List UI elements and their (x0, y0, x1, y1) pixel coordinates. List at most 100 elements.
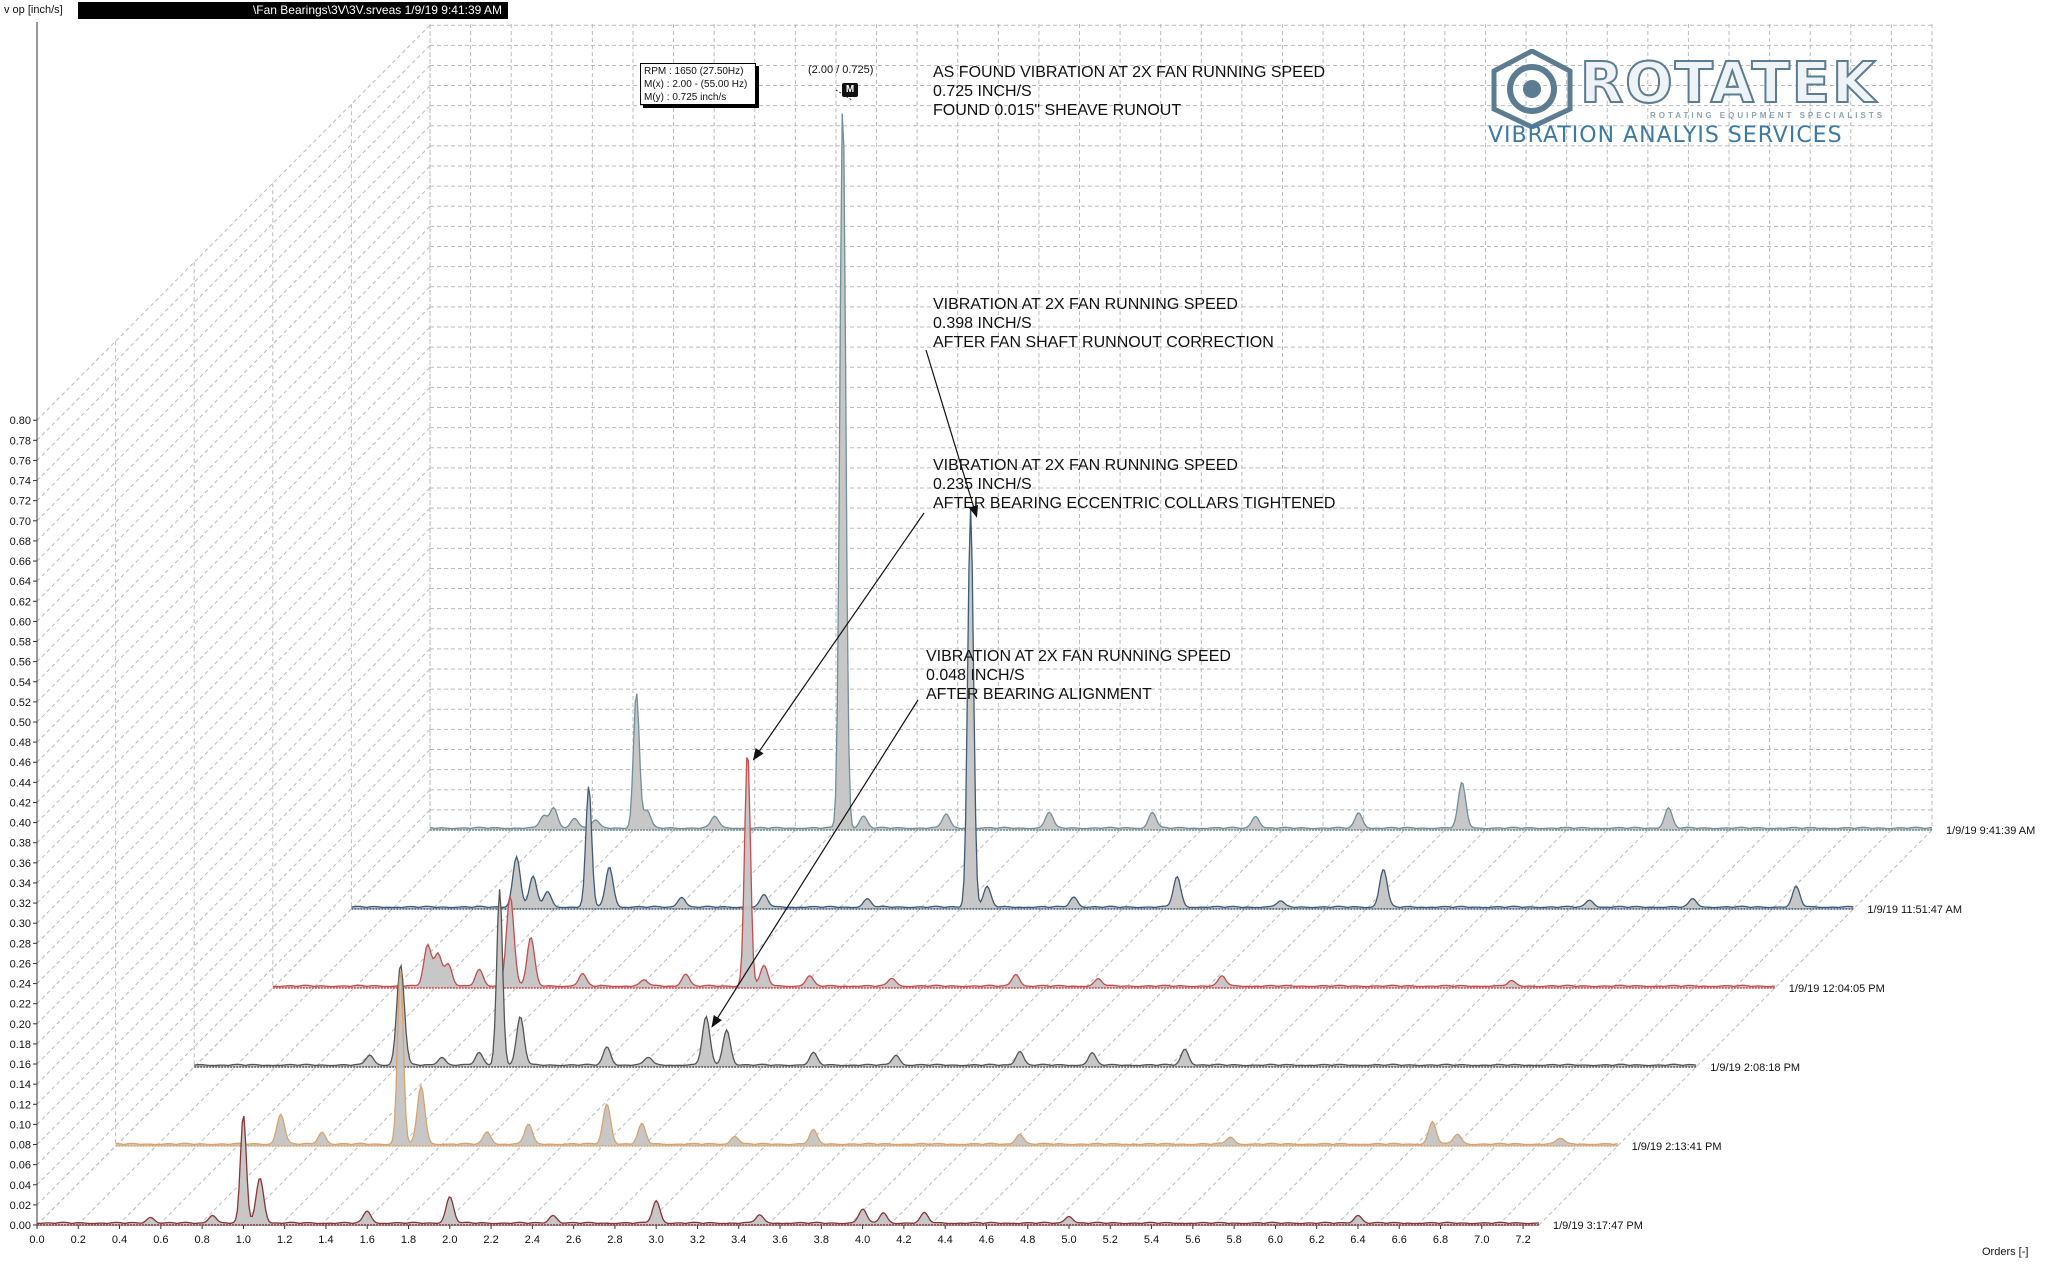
y-tick-label: 0.18 (10, 1039, 31, 1051)
x-axis-unit-label: Orders [-] (1982, 1246, 2029, 1258)
cursor-tooltip: RPM : 1650 (27.50Hz) M(x) : 2.00 - (55.0… (640, 63, 756, 105)
series-line (115, 970, 1618, 1146)
y-tick-label: 0.24 (10, 979, 31, 991)
y-tick-label: 0.34 (10, 878, 31, 890)
grid-line (1376, 829, 1770, 1226)
x-tick-label: 6.2 (1309, 1234, 1324, 1246)
x-tick-label: 0.2 (71, 1234, 86, 1246)
grid-line (1457, 829, 1852, 1226)
grid-line (36, 165, 431, 562)
y-tick-label: 0.02 (10, 1200, 31, 1212)
grid-line (36, 105, 431, 502)
y-tick-label: 0.32 (10, 898, 31, 910)
grid-line (36, 246, 431, 642)
x-tick-label: 1.8 (401, 1234, 416, 1246)
x-tick-label: 3.8 (814, 1234, 829, 1246)
series-fill (351, 506, 1854, 909)
x-tick-label: 6.6 (1392, 1234, 1407, 1246)
x-tick-label: 4.6 (979, 1234, 994, 1246)
series-label: 1/9/19 9:41:39 AM (1946, 825, 2035, 837)
y-tick-label: 0.26 (10, 958, 31, 970)
y-tick-label: 0.46 (10, 757, 31, 769)
x-tick-label: 5.4 (1144, 1234, 1159, 1246)
grid-line (36, 829, 431, 1226)
grid-line (36, 266, 431, 662)
y-tick-label: 0.54 (10, 677, 31, 689)
y-tick-label: 0.40 (10, 818, 31, 830)
y-tick-label: 0.64 (10, 576, 31, 588)
x-tick-label: 2.6 (566, 1234, 581, 1246)
x-tick-label: 5.2 (1103, 1234, 1118, 1246)
logo-subtitle: VIBRATION ANALYIS SERVICES (1488, 123, 1843, 148)
grid-line (36, 185, 431, 582)
annotation-line: AFTER FAN SHAFT RUNNOUT CORRECTION (933, 334, 1274, 351)
y-tick-label: 0.58 (10, 637, 31, 649)
grid-line (604, 829, 999, 1226)
series-fill (194, 889, 1697, 1067)
grid-line (36, 387, 431, 783)
grid-line (36, 527, 431, 924)
axes-layer: 0.00 0.02 0.04 0.06 0.08 0.10 0.12 0.14 0.16 0.18… (10, 22, 1539, 1246)
x-tick-label: 5.6 (1185, 1234, 1200, 1246)
grid-line (36, 427, 431, 823)
x-tick-label: 0.0 (29, 1234, 44, 1246)
cursor-coordinates: (2.00 / 0.725) (808, 64, 874, 76)
y-tick-label: 0.48 (10, 737, 31, 749)
grid-line (36, 326, 431, 723)
annotation-arrow (711, 699, 919, 1028)
y-tick-label: 0.50 (10, 717, 31, 729)
annotation-line: AFTER BEARING ALIGNMENT (926, 686, 1152, 703)
series-label: 1/9/19 3:17:47 PM (1553, 1220, 1643, 1232)
grid-line (36, 648, 431, 1045)
grid-line (36, 588, 431, 984)
y-tick-label: 0.78 (10, 435, 31, 447)
grid-line (36, 547, 431, 944)
rotatek-logo: ROTATEK ROTATING EQUIPMENT SPECIALISTS V… (1480, 45, 1890, 150)
grid-line (1335, 829, 1730, 1226)
grid-line (36, 507, 431, 904)
y-tick-label: 0.04 (10, 1180, 31, 1192)
waterfall-chart: 0.00 0.02 0.04 0.06 0.08 0.10 0.12 0.14 0.16 0.18… (10, 22, 2035, 1246)
grid-line (36, 145, 431, 542)
series-label: 1/9/19 2:08:18 PM (1710, 1062, 1800, 1074)
y-tick-label: 0.80 (10, 415, 31, 427)
annotation-line: 0.048 INCH/S (926, 667, 1025, 684)
grid-line (1092, 829, 1486, 1226)
x-tick-label: 6.4 (1350, 1234, 1365, 1246)
annotation-eccentric-collars: VIBRATION AT 2X FAN RUNNING SPEED 0.235 … (933, 456, 1335, 513)
y-tick-label: 0.72 (10, 496, 31, 508)
y-tick-label: 0.22 (10, 999, 31, 1011)
x-tick-label: 2.8 (607, 1234, 622, 1246)
grid-line (36, 24, 431, 421)
grid-line (483, 829, 877, 1226)
series-fill (37, 1116, 1539, 1225)
grid-line (848, 829, 1243, 1226)
grid-line (564, 829, 959, 1226)
grid-line (401, 829, 796, 1226)
x-tick-label: 7.2 (1515, 1234, 1530, 1246)
grid-line (36, 447, 431, 844)
y-tick-label: 0.10 (10, 1119, 31, 1131)
grid-line (1132, 829, 1527, 1226)
x-tick-label: 0.4 (112, 1234, 127, 1246)
grid-line (889, 829, 1283, 1226)
annotation-shaft-runout: VIBRATION AT 2X FAN RUNNING SPEED 0.398 … (933, 295, 1274, 352)
grid-line (239, 829, 634, 1226)
x-tick-label: 0.6 (153, 1234, 168, 1246)
grid-line (1254, 829, 1649, 1226)
file-path-label: \Fan Bearings\3V\3V.srveas 1/9/19 9:41:3… (78, 2, 508, 19)
cursor-marker[interactable]: M (842, 83, 858, 97)
grid-line (117, 829, 512, 1226)
grid-line (36, 125, 431, 522)
annotation-line: 0.398 INCH/S (933, 315, 1032, 332)
y-tick-label: 0.74 (10, 476, 31, 488)
series-label: 1/9/19 2:13:41 PM (1632, 1141, 1722, 1153)
x-tick-label: 4.2 (896, 1234, 911, 1246)
grid-line (36, 769, 431, 1165)
x-tick-label: 0.8 (194, 1234, 209, 1246)
grid-line (36, 44, 431, 441)
annotation-line: AFTER BEARING ECCENTRIC COLLARS TIGHTENE… (933, 495, 1336, 512)
x-tick-label: 4.4 (938, 1234, 953, 1246)
grid-line (36, 628, 431, 1025)
x-tick-label: 1.4 (318, 1234, 333, 1246)
